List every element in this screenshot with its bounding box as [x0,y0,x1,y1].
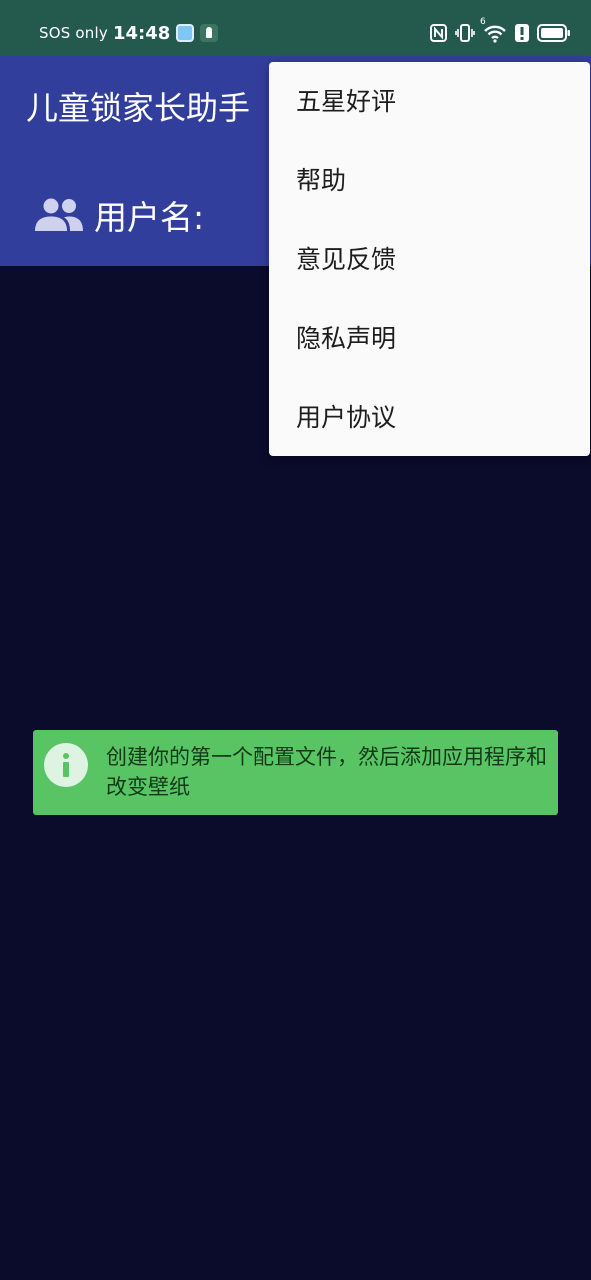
wifi-standard-badge: 6 [480,17,486,27]
menu-item-feedback[interactable]: 意见反馈 [269,220,590,299]
user-row: 用户名: [34,193,204,237]
app-notification-icon [176,24,195,42]
app-screen: SOS only 14:48 6 儿童锁家长助手 用户名: 创建你的第一个配置文… [0,0,591,1280]
menu-item-privacy-statement[interactable]: 隐私声明 [269,299,590,378]
menu-item-rate-five-stars[interactable]: 五星好评 [269,62,590,141]
carrier-status: SOS only [39,24,108,42]
alert-icon [515,24,529,42]
info-banner[interactable]: 创建你的第一个配置文件，然后添加应用程序和改变壁纸 [33,730,558,815]
app-title: 儿童锁家长助手 [26,89,251,127]
status-bar-right: 6 [430,17,571,44]
overflow-menu: 五星好评 帮助 意见反馈 隐私声明 用户协议 [269,62,590,456]
username-label: 用户名: [94,198,205,237]
clock: 14:48 [112,22,171,44]
nfc-icon [430,24,447,42]
menu-item-help[interactable]: 帮助 [269,141,590,220]
info-icon [44,743,88,787]
battery-icon [537,24,570,42]
vibrate-icon [455,24,475,42]
status-bar-left: SOS only 14:48 [39,20,219,46]
wifi-icon [484,25,506,43]
group-icon [35,198,83,231]
status-bar: SOS only 14:48 6 [0,0,591,64]
menu-item-user-agreement[interactable]: 用户协议 [269,378,590,457]
info-banner-text: 创建你的第一个配置文件，然后添加应用程序和改变壁纸 [106,745,547,799]
app-notification-icon [200,24,219,42]
